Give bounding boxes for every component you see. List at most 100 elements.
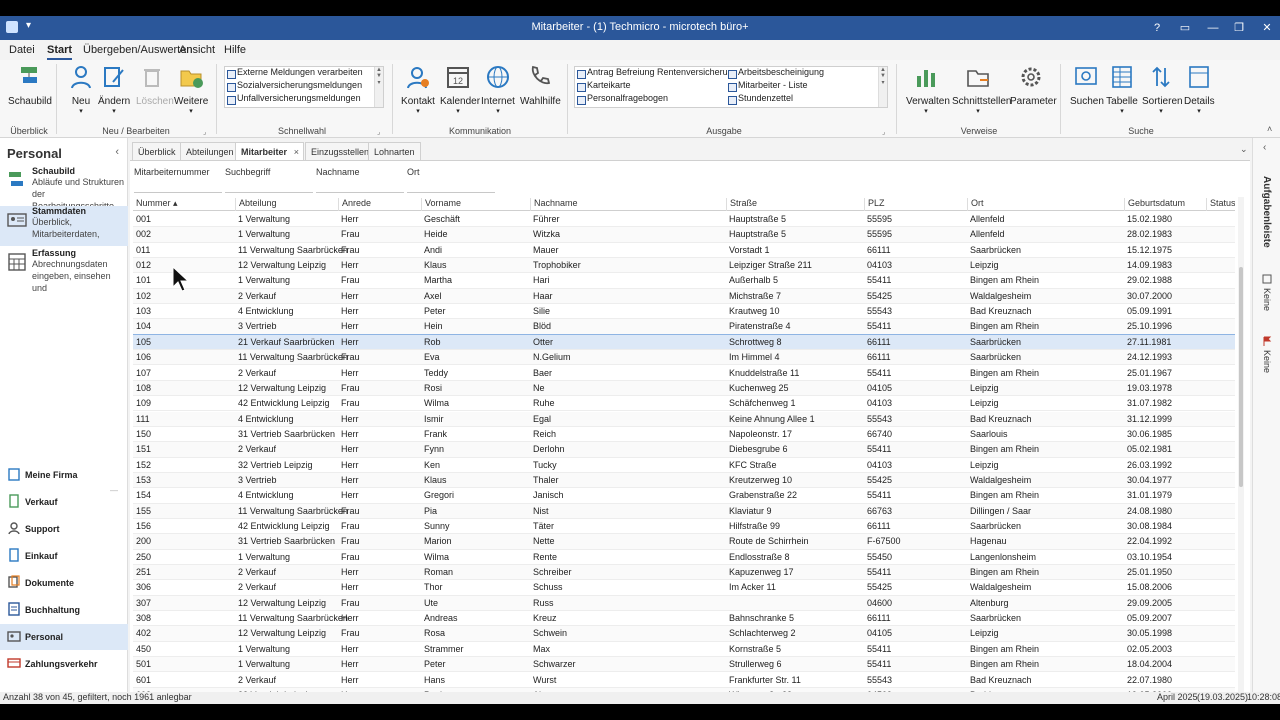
menu-datei[interactable]: Datei	[9, 44, 35, 56]
table-row[interactable]: 103 4 Entwicklung Herr Peter Silie Krautweg 1…	[133, 304, 1235, 320]
column-header[interactable]: Nummer ▴	[133, 198, 235, 211]
sidebar-collapse-icon[interactable]: ‹	[115, 146, 119, 158]
table-row[interactable]: 156 42 Entwicklung Leipzig Frau Sunny Täter H…	[133, 519, 1235, 535]
table-row[interactable]: 307 12 Verwaltung Leipzig Frau Ute Russ 04600…	[133, 595, 1235, 612]
table-row[interactable]: 001 1 Verwaltung Herr Geschäft Führer Hauptst…	[133, 212, 1235, 228]
column-header[interactable]: Ort	[967, 198, 1124, 211]
table-row[interactable]: 111 4 Entwicklung Herr Ismir Egal Keine Ahnun…	[133, 411, 1235, 427]
internet-button[interactable]: Internet ▾	[480, 64, 516, 115]
schnellwahl-item[interactable]: Externe Meldungen verarbeiten	[225, 67, 383, 80]
group-expand-icon[interactable]: ⌟	[882, 128, 885, 136]
tabs-dropdown-icon[interactable]: ⌄	[1240, 144, 1248, 155]
restore-button[interactable]: ❐	[1229, 18, 1249, 38]
table-row[interactable]: 200 31 Vertrieb Saarbrücken Frau Marion Nett…	[133, 534, 1235, 550]
scrollbar-thumb[interactable]	[1239, 267, 1243, 487]
column-header[interactable]: Nachname	[530, 198, 726, 211]
table-row[interactable]: 501 1 Verwaltung Herr Peter Schwarzer Strulle…	[133, 657, 1235, 673]
ribbon-collapse-icon[interactable]: ˄	[1267, 124, 1272, 134]
sidebar-item-stammdaten[interactable]: Stammdaten Überblick, Mitarbeiterdaten,	[0, 206, 128, 246]
neu-button[interactable]: Neu ▾	[66, 64, 96, 115]
tab-ueberblick[interactable]: Überblick	[132, 142, 182, 160]
menu-start[interactable]: Start	[47, 44, 73, 60]
nav-meine-firma[interactable]: Meine Firma	[0, 462, 128, 488]
menu-ansicht[interactable]: Ansicht	[179, 44, 215, 56]
ausgabe-item[interactable]: Antrag Befreiung Rentenversicherung	[575, 67, 738, 80]
column-header[interactable]: Status	[1206, 198, 1235, 211]
ausgabe-item[interactable]: Stundenzettel	[726, 93, 876, 106]
table-row[interactable]: 104 3 Vertrieb Herr Hein Blöd Piratenstraße 4…	[133, 319, 1235, 335]
table-row[interactable]: 012 12 Verwaltung Leipzig Herr Klaus Trophob…	[133, 258, 1235, 274]
table-scrollbar[interactable]	[1238, 197, 1244, 693]
taskpane-title[interactable]: Aufgabenleiste	[1261, 176, 1272, 248]
filter-ort-input[interactable]	[407, 179, 495, 193]
schnellwahl-item[interactable]: Unfallversicherungsmeldungen	[225, 93, 383, 106]
ausgabe-item[interactable]: Personalfragebogen	[575, 93, 725, 106]
nav-verkauf[interactable]: Verkauf	[0, 489, 128, 515]
nav-zahlungsverkehr[interactable]: Zahlungsverkehr	[0, 651, 128, 677]
verwalten-button[interactable]: Verwalten ▾	[906, 64, 950, 115]
table-row[interactable]: 306 2 Verkauf Herr Thor Schuss Im Acker 11 554…	[133, 580, 1235, 596]
minimize-button[interactable]: —	[1203, 18, 1223, 38]
ausgabe-item[interactable]: Mitarbeiter - Liste	[726, 80, 876, 93]
tab-mitarbeiter[interactable]: Mitarbeiter ×	[235, 142, 305, 161]
menu-hilfe[interactable]: Hilfe	[224, 44, 246, 56]
ausgabe-scrollbar[interactable]: ▲ ▼ ▾	[878, 67, 887, 107]
table-row[interactable]: 011 11 Verwaltung Saarbrücken Frau Andi Maue…	[133, 243, 1235, 258]
table-row[interactable]: 101 1 Verwaltung Frau Martha Hari Außerhalb 5…	[133, 273, 1235, 289]
table-row[interactable]: 154 4 Entwicklung Herr Gregori Janisch Graben…	[133, 488, 1235, 504]
column-header[interactable]: Vorname	[421, 198, 530, 211]
kalender-button[interactable]: 12 Kalender ▾	[440, 64, 480, 115]
group-expand-icon[interactable]: ⌟	[203, 128, 206, 136]
wahlhilfe-button[interactable]: Wahlhilfe	[520, 64, 561, 107]
aendern-button[interactable]: Ändern ▾	[98, 64, 130, 115]
menu-uebergeben[interactable]: Übergeben/Auswerten	[83, 44, 192, 56]
taskpane-item-2[interactable]: Keine	[1262, 350, 1272, 373]
nav-dokumente[interactable]: Dokumente	[0, 570, 128, 596]
table-row[interactable]: 150 31 Vertrieb Saarbrücken Herr Frank Reich…	[133, 427, 1235, 443]
taskpane-expand-icon[interactable]: ‹	[1263, 142, 1266, 153]
table-row[interactable]: 002 1 Verwaltung Frau Heide Witzka Hauptstraß…	[133, 227, 1235, 243]
kontakt-button[interactable]: Kontakt ▾	[400, 64, 436, 115]
schnellwahl-scrollbar[interactable]: ▲ ▼ ▾	[374, 67, 383, 107]
column-header[interactable]: Anrede	[338, 198, 421, 211]
schnellwahl-list[interactable]: Externe Meldungen verarbeiten Sozialvers…	[224, 66, 384, 108]
tab-lohnarten[interactable]: Lohnarten	[368, 142, 421, 160]
table-row[interactable]: 402 12 Verwaltung Leipzig Frau Rosa Schwein S…	[133, 626, 1235, 642]
table-row[interactable]: 250 1 Verwaltung Frau Wilma Rente Endlosstraß…	[133, 550, 1235, 565]
column-header[interactable]: Straße	[726, 198, 864, 211]
table-row[interactable]: 108 12 Verwaltung Leipzig Frau Rosi Ne Kuchen…	[133, 380, 1235, 397]
column-header[interactable]: Abteilung	[235, 198, 338, 211]
help-button[interactable]: ?	[1147, 18, 1167, 38]
filter-suchbegriff-input[interactable]	[225, 179, 313, 193]
tab-close-icon[interactable]: ×	[294, 143, 299, 161]
tabelle-button[interactable]: Tabelle ▾	[1106, 64, 1138, 115]
ausgabe-item[interactable]: Arbeitsbescheinigung	[726, 67, 876, 80]
tab-einzugsstellen[interactable]: Einzugsstellen	[305, 142, 376, 160]
parameter-button[interactable]: Parameter	[1010, 64, 1057, 107]
table-row[interactable]: 102 2 Verkauf Herr Axel Haar Michstraße 7 5542…	[133, 288, 1235, 305]
table-row[interactable]: 105 21 Verkauf Saarbrücken Herr Rob Otter Sch…	[133, 333, 1235, 352]
taskpane-item-1[interactable]: Keine	[1262, 288, 1272, 311]
filter-nummer-input[interactable]	[134, 179, 222, 193]
column-header[interactable]: Geburtsdatum	[1124, 198, 1206, 211]
table-row[interactable]: 106 11 Verwaltung Saarbrücken Frau Eva N.Gel…	[133, 350, 1235, 366]
ausgabe-item[interactable]: Karteikarte	[575, 80, 725, 93]
sidebar-item-erfassung[interactable]: Erfassung Abrechnungsdaten eingeben, ein…	[0, 248, 128, 293]
table-row[interactable]: 107 2 Verkauf Herr Teddy Baer Knuddelstraße 1…	[133, 366, 1235, 381]
nav-personal[interactable]: Personal	[0, 624, 128, 650]
suchen-button[interactable]: Suchen	[1070, 64, 1104, 107]
close-button[interactable]: ✕	[1257, 18, 1277, 38]
schaubild-button[interactable]: Schaubild	[8, 64, 52, 107]
column-header[interactable]: PLZ	[864, 198, 967, 211]
table-row[interactable]: 450 1 Verwaltung Herr Strammer Max Kornstraße…	[133, 642, 1235, 658]
table-row[interactable]: 155 11 Verwaltung Saarbrücken Frau Pia Nist K…	[133, 503, 1235, 519]
table-row[interactable]: 151 2 Verkauf Herr Fynn Derlohn Diebesgrube 6…	[133, 442, 1235, 458]
details-button[interactable]: Details ▾	[1184, 64, 1215, 115]
nav-einkauf[interactable]: Einkauf	[0, 543, 128, 569]
schnellwahl-item[interactable]: Sozialversicherungsmeldungen	[225, 80, 383, 93]
sidebar-item-schaubild[interactable]: Schaubild Abläufe und Strukturen der Bea…	[0, 166, 128, 211]
group-expand-icon[interactable]: ⌟	[377, 128, 380, 136]
loeschen-button[interactable]: Löschen	[136, 64, 174, 107]
schnittstellen-button[interactable]: Schnittstellen ▾	[952, 64, 1011, 115]
table-row[interactable]: 153 3 Vertrieb Herr Klaus Thaler Kreutzerweg …	[133, 472, 1235, 489]
